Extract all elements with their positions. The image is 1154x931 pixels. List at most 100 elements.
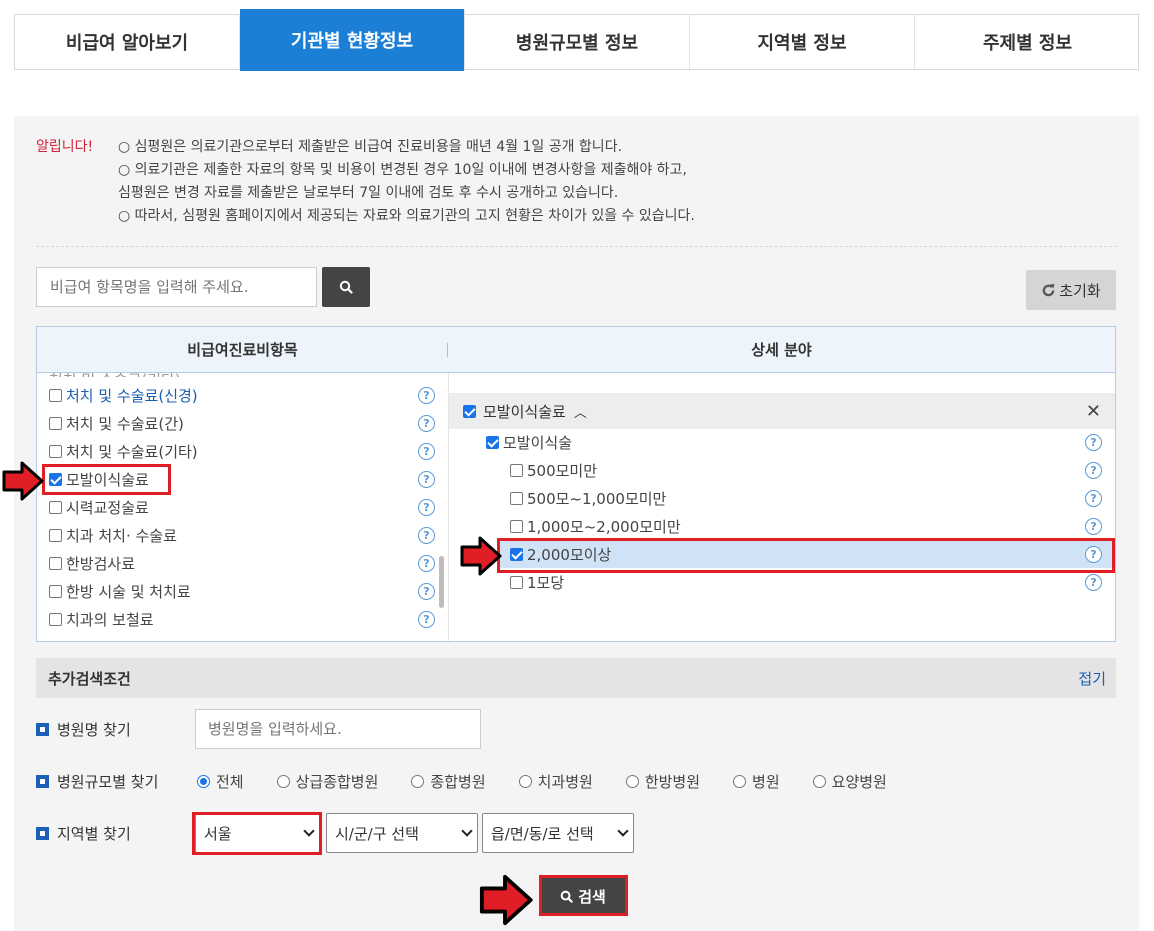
radio-tertiary-hospital[interactable]: 상급종합병원 [276,771,378,792]
list-item[interactable]: 한방 시술 및 처치료 [49,579,191,603]
list-item[interactable]: 치과의 보철료 [49,607,154,631]
notice-line: ○ 의료기관은 제출한 자료의 항목 및 비용이 변경된 경우 10일 이내에 … [118,162,687,178]
detail-group-row[interactable]: 모발이식술료 ︿ ✕ [449,393,1115,429]
checkbox-checked[interactable] [510,547,523,561]
radio-button[interactable] [518,774,532,788]
radio-label: 치과병원 [537,772,593,791]
checkbox[interactable] [510,491,523,505]
checkbox[interactable] [49,444,62,458]
item-search-input[interactable] [36,267,317,307]
list-item[interactable]: 시력교정술료 [49,495,149,519]
tab-topic[interactable]: 주제별 정보 [915,15,1140,69]
help-icon[interactable]: ? [418,583,435,600]
radio-label: 전체 [216,772,244,791]
detail-option[interactable]: 500모미만 [510,458,597,482]
detail-option-label: 1모당 [527,573,565,592]
checkbox[interactable] [49,416,62,430]
search-submit-button[interactable]: 검색 [541,878,625,914]
radio-dental-hospital[interactable]: 치과병원 [518,771,593,792]
list-item-label: 시력교정술료 [66,498,149,517]
detail-option[interactable]: 1,000모~2,000모미만 [510,514,681,538]
help-icon[interactable]: ? [418,527,435,544]
radio-button[interactable] [411,774,425,788]
list-item[interactable]: 치과 처치· 수술료 [49,523,177,547]
tab-region[interactable]: 지역별 정보 [690,15,915,69]
checkbox[interactable] [49,528,62,542]
help-icon[interactable]: ? [1085,518,1102,535]
help-icon[interactable]: ? [418,611,435,628]
help-icon[interactable]: ? [418,415,435,432]
radio-general-hospital[interactable]: 종합병원 [411,771,486,792]
notice-line: ○ 심평원은 의료기관으로부터 제출받은 비급여 진료비용을 매년 4월 1일 … [118,139,623,155]
checkbox[interactable] [510,575,523,589]
select-value: 시/군/구 선택 [335,824,419,843]
detail-sub-item[interactable]: 모발이식술 [486,430,572,454]
radio-label: 한방병원 [644,772,701,791]
checkbox[interactable] [510,519,523,533]
help-icon[interactable]: ? [1085,546,1102,563]
list-scrollbar-thumb[interactable] [439,556,444,608]
help-icon[interactable]: ? [1085,490,1102,507]
checkbox-checked[interactable] [486,435,499,449]
list-item-label: 치과 처치· 수술료 [66,526,177,545]
checkbox[interactable] [49,388,62,402]
region-city-select[interactable]: 서울 [195,813,320,853]
search-submit-label: 검색 [578,887,606,906]
help-icon[interactable]: ? [418,387,435,404]
help-icon[interactable]: ? [418,471,435,488]
help-icon[interactable]: ? [418,443,435,460]
tab-hospital-scale[interactable]: 병원규모별 정보 [465,15,690,69]
detail-option[interactable]: 2,000모이상 [510,542,611,566]
help-icon[interactable]: ? [1085,462,1102,479]
reset-label: 초기화 [1059,281,1101,300]
tab-institution-status[interactable]: 기관별 현황정보 [240,9,465,71]
radio-nursing-hospital[interactable]: 요양병원 [812,771,887,792]
help-icon[interactable]: ? [418,555,435,572]
list-item[interactable]: 처치 및 수술료(기타) [49,439,198,463]
detail-option[interactable]: 500모~1,000모미만 [510,486,666,510]
radio-all[interactable]: 전체 [197,771,244,792]
checkbox[interactable] [49,500,62,514]
list-item[interactable]: 처치 및 수술료(신경) [49,383,198,407]
detail-group-label: 모발이식술료 [483,402,566,421]
radio-button-checked[interactable] [197,774,210,788]
checkbox[interactable] [49,612,62,626]
noncovered-item-list[interactable]: 처치 및 수술료(기타) 처치 및 수술료(신경) ? 처치 및 수술료(간) … [37,373,448,641]
close-icon[interactable]: ✕ [1086,401,1101,422]
radio-button[interactable] [733,774,747,788]
checkbox-checked[interactable] [49,472,62,486]
checkbox[interactable] [49,556,62,570]
list-item[interactable]: 모발이식술료 [49,467,149,491]
help-icon[interactable]: ? [1085,434,1102,451]
top-tab-bar: 비급여 알아보기 기관별 현황정보 병원규모별 정보 지역별 정보 주제별 정보 [14,9,1140,71]
extra-conditions-bar: 추가검색조건 접기 [36,658,1116,698]
radio-button[interactable] [625,774,639,788]
checkbox[interactable] [510,463,523,477]
region-town-select[interactable]: 읍/면/동/로 선택 [482,813,634,853]
detail-option[interactable]: 1모당 [510,570,564,594]
tab-noncovered-overview[interactable]: 비급여 알아보기 [15,15,240,69]
notice-line: 심평원은 변경 자료를 제출받은 날로부터 7일 이내에 검토 후 수시 공개하… [118,185,619,201]
list-item-label: 치과의 보철료 [66,610,154,629]
list-item[interactable]: 한방검사료 [49,551,135,575]
reset-button[interactable]: 초기화 [1026,270,1116,310]
fold-link[interactable]: 접기 [1078,668,1106,689]
bullet-icon [36,775,49,788]
hospital-name-input[interactable] [195,709,481,749]
radio-oriental-hospital[interactable]: 한방병원 [625,771,701,792]
region-label: 지역별 찾기 [36,823,131,844]
radio-button[interactable] [276,774,290,788]
help-icon[interactable]: ? [1085,574,1102,591]
checkbox-checked[interactable] [463,404,476,418]
radio-button[interactable] [812,774,826,788]
item-search-button[interactable] [322,267,370,307]
detail-field-list: 모발이식술료 ︿ ✕ 모발이식술 ? 500모미만 ? 500모~1,000모미… [448,373,1115,641]
region-district-select[interactable]: 시/군/구 선택 [326,813,478,853]
chevron-up-icon[interactable]: ︿ [574,402,587,421]
help-icon[interactable]: ? [418,499,435,516]
radio-hospital[interactable]: 병원 [733,771,780,792]
list-item-label: 한방 시술 및 처치료 [66,582,191,601]
detail-sub-label: 모발이식술 [503,433,573,452]
list-item[interactable]: 처치 및 수술료(간) [49,411,184,435]
checkbox[interactable] [49,584,62,598]
